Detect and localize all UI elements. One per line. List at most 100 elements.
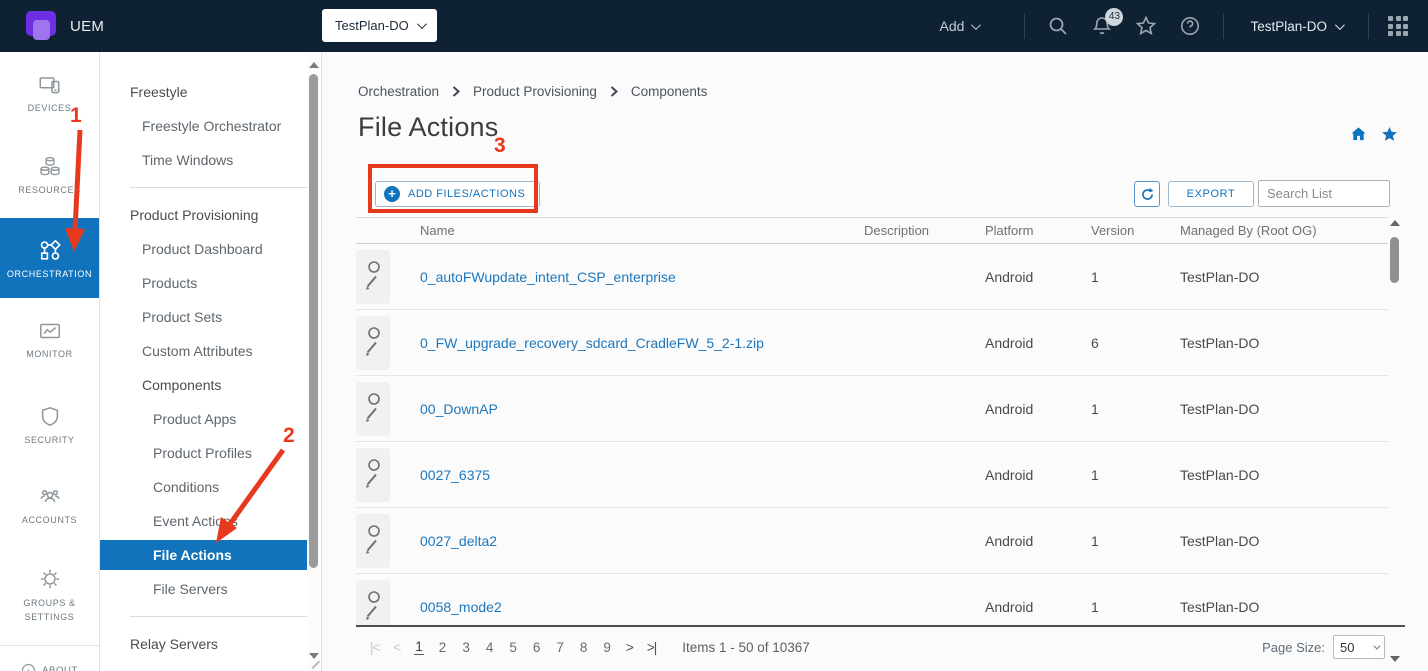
column-header-description[interactable]: Description — [864, 223, 985, 238]
home-icon[interactable] — [1350, 126, 1367, 143]
subnav-header-freestyle[interactable]: Freestyle — [100, 75, 321, 109]
column-header-managed-by[interactable]: Managed By (Root OG) — [1180, 223, 1388, 238]
sidebar-item-monitor[interactable]: MONITOR — [0, 318, 99, 359]
file-action-link[interactable]: 00_DownAP — [420, 401, 498, 417]
subnav-item-time-windows[interactable]: Time Windows — [100, 143, 321, 177]
file-action-link[interactable]: 0027_delta2 — [420, 533, 497, 549]
pagination-page-3[interactable]: 3 — [461, 640, 471, 655]
subnav-item-product-sets[interactable]: Product Sets — [100, 300, 321, 334]
subnav-item-file-servers[interactable]: File Servers — [100, 572, 321, 606]
breadcrumb-product-provisioning[interactable]: Product Provisioning — [473, 84, 597, 99]
cell-managed-by: TestPlan-DO — [1180, 467, 1388, 483]
search-icon[interactable] — [1047, 15, 1069, 37]
chevron-down-icon — [417, 19, 427, 29]
help-icon[interactable] — [1179, 15, 1201, 37]
table-header-row: Name Description Platform Version Manage… — [356, 217, 1388, 244]
subnav-header-components[interactable]: Components — [100, 368, 321, 402]
subnav-header-product-provisioning[interactable]: Product Provisioning — [100, 198, 321, 232]
file-action-link[interactable]: 0_autoFWupdate_intent_CSP_enterprise — [420, 269, 676, 285]
column-header-platform[interactable]: Platform — [985, 223, 1091, 238]
row-select-edit-icon[interactable] — [356, 250, 390, 304]
row-select-edit-icon[interactable] — [356, 316, 390, 370]
pagination-page-7[interactable]: 7 — [555, 640, 565, 655]
divider — [0, 645, 99, 646]
subnav-item-file-actions[interactable]: File Actions — [100, 540, 307, 570]
favorite-star-icon[interactable] — [1381, 126, 1398, 143]
subnav-item-event-actions[interactable]: Event Actions — [100, 504, 321, 538]
sidebar-item-groups-settings[interactable]: GROUPS & SETTINGS — [0, 566, 99, 624]
pagination-last-button[interactable]: >| — [647, 640, 656, 655]
breadcrumb-components[interactable]: Components — [631, 84, 708, 99]
topbar: UEM TestPlan-DO Add 43 Te — [0, 0, 1428, 52]
column-header-name[interactable]: Name — [420, 223, 864, 238]
add-menu[interactable]: Add — [940, 18, 979, 34]
scroll-up-arrow-icon[interactable] — [1390, 220, 1400, 226]
subnav-item-product-dashboard[interactable]: Product Dashboard — [100, 232, 321, 266]
subnav-item-products[interactable]: Products — [100, 266, 321, 300]
favorites-star-icon[interactable] — [1135, 15, 1157, 37]
uem-logo: UEM — [26, 11, 104, 41]
pagination-next-button[interactable]: > — [626, 640, 633, 655]
file-action-link[interactable]: 0_FW_upgrade_recovery_sdcard_CradleFW_5_… — [420, 335, 764, 351]
subnav-item-product-profiles[interactable]: Product Profiles — [100, 436, 321, 470]
chevron-down-icon — [1373, 642, 1380, 649]
table-row: 0058_mode2 Android 1 TestPlan-DO — [356, 574, 1388, 627]
subnav-item-conditions[interactable]: Conditions — [100, 470, 321, 504]
sidebar-item-resources[interactable]: RESOURCES — [0, 154, 99, 195]
scroll-down-arrow-icon[interactable] — [1390, 656, 1400, 662]
pagination-page-2[interactable]: 2 — [438, 640, 448, 655]
cell-managed-by: TestPlan-DO — [1180, 533, 1388, 549]
sidebar-item-about[interactable]: ABOUT — [0, 656, 99, 671]
pagination-page-4[interactable]: 4 — [485, 640, 495, 655]
subnav-scrollbar[interactable] — [307, 52, 320, 671]
scrollbar-thumb[interactable] — [1390, 237, 1399, 283]
refresh-button[interactable] — [1134, 181, 1160, 207]
product-name: UEM — [70, 18, 104, 35]
notifications-bell-icon[interactable]: 43 — [1091, 15, 1113, 37]
table-row: 00_DownAP Android 1 TestPlan-DO — [356, 376, 1388, 442]
subnav-item-product-apps[interactable]: Product Apps — [100, 402, 321, 436]
sidebar-item-devices[interactable]: DEVICES — [0, 72, 99, 113]
row-select-edit-icon[interactable] — [356, 448, 390, 502]
pagination-page-1[interactable]: 1 — [414, 639, 424, 655]
table-scrollbar[interactable] — [1388, 218, 1401, 668]
export-button[interactable]: EXPORT — [1168, 181, 1254, 207]
table-footer-divider — [356, 625, 1405, 627]
table-row: 0027_6375 Android 1 TestPlan-DO — [356, 442, 1388, 508]
search-input[interactable] — [1258, 180, 1390, 207]
refresh-icon — [1140, 187, 1155, 202]
sidebar-item-accounts[interactable]: ACCOUNTS — [0, 484, 99, 525]
scroll-up-arrow-icon[interactable] — [309, 62, 319, 68]
add-menu-label: Add — [940, 18, 965, 34]
sidebar-item-orchestration[interactable]: ORCHESTRATION — [0, 218, 99, 298]
notification-count-badge: 43 — [1105, 8, 1123, 26]
subnav-item-freestyle-orchestrator[interactable]: Freestyle Orchestrator — [100, 109, 321, 143]
account-dropdown[interactable]: TestPlan-DO — [1250, 19, 1342, 34]
breadcrumb-orchestration[interactable]: Orchestration — [358, 84, 439, 99]
file-action-link[interactable]: 0058_mode2 — [420, 599, 502, 615]
file-action-link[interactable]: 0027_6375 — [420, 467, 490, 483]
pagination-page-8[interactable]: 8 — [579, 640, 589, 655]
page-size-select[interactable]: 50 — [1333, 635, 1385, 659]
pagination-first-button[interactable]: |< — [370, 640, 379, 655]
table-row: 0027_delta2 Android 1 TestPlan-DO — [356, 508, 1388, 574]
pagination-page-5[interactable]: 5 — [508, 640, 518, 655]
app-launcher-grid-icon[interactable] — [1388, 16, 1408, 36]
subnav-header-relay-servers[interactable]: Relay Servers — [100, 627, 321, 661]
row-select-edit-icon[interactable] — [356, 514, 390, 568]
add-files-actions-button[interactable]: + ADD FILES/ACTIONS — [375, 181, 540, 207]
subnav-item-custom-attributes[interactable]: Custom Attributes — [100, 334, 321, 368]
cell-version: 1 — [1091, 599, 1180, 615]
pagination-page-9[interactable]: 9 — [602, 640, 612, 655]
page-size-control: Page Size: 50 — [1262, 635, 1385, 659]
column-header-version[interactable]: Version — [1091, 223, 1180, 238]
pagination-prev-button[interactable]: < — [393, 640, 400, 655]
secondary-nav: Freestyle Freestyle Orchestrator Time Wi… — [100, 52, 322, 671]
plus-circle-icon: + — [384, 186, 400, 202]
row-select-edit-icon[interactable] — [356, 382, 390, 436]
pagination-page-6[interactable]: 6 — [532, 640, 542, 655]
sidebar-item-security[interactable]: SECURITY — [0, 404, 99, 445]
row-select-edit-icon[interactable] — [356, 580, 390, 628]
scrollbar-thumb[interactable] — [309, 74, 318, 568]
org-selector-dropdown[interactable]: TestPlan-DO — [322, 9, 437, 42]
